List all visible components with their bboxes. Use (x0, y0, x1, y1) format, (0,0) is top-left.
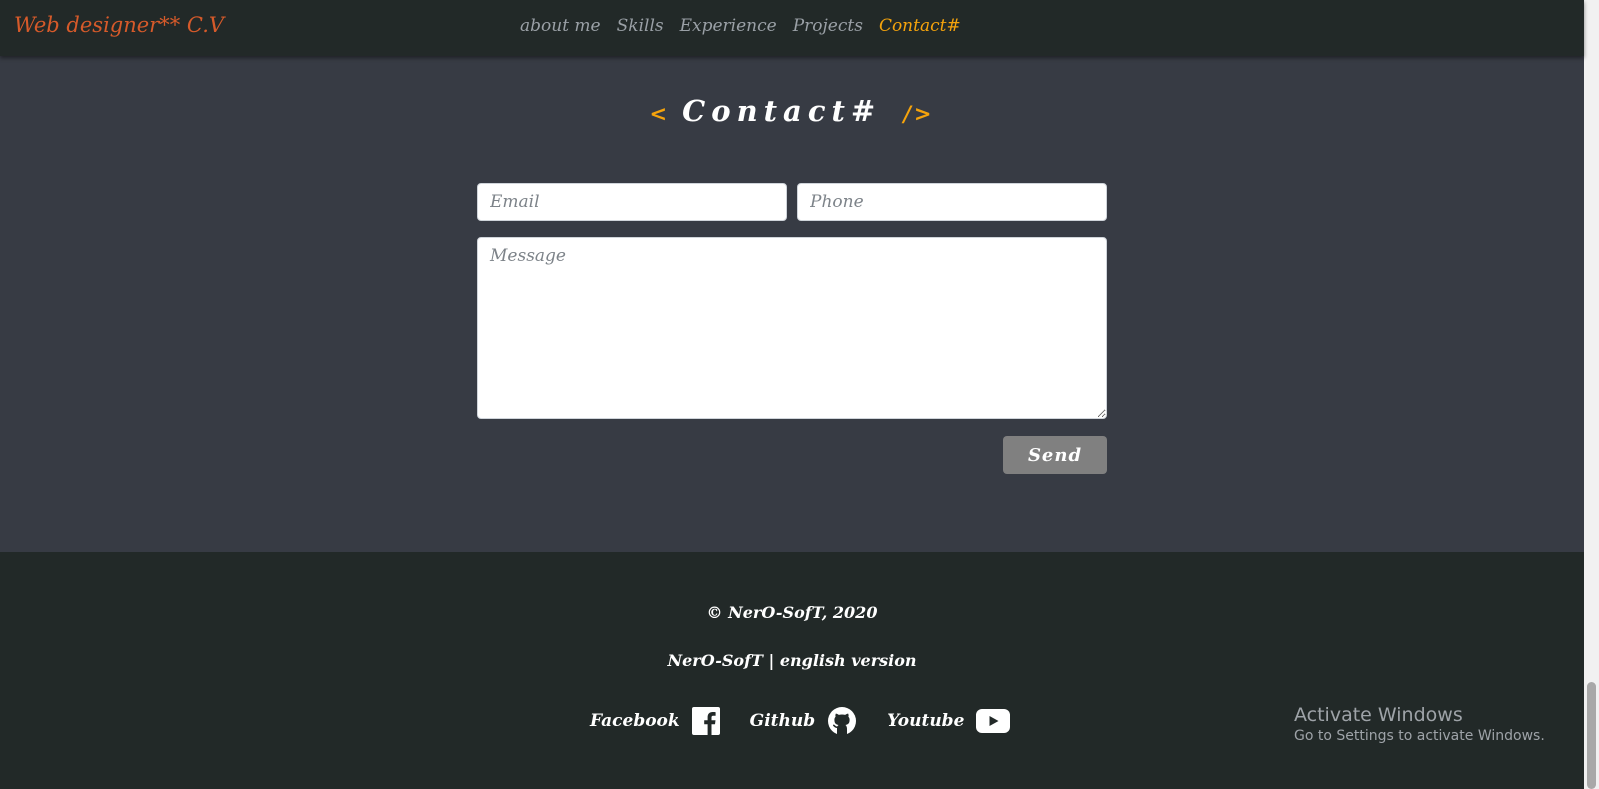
github-icon (827, 706, 857, 736)
nav-link-projects[interactable]: Projects (793, 16, 863, 36)
footer-tagline: NerO-SofT | english version (667, 651, 917, 670)
activate-windows-watermark: Activate Windows Go to Settings to activ… (1294, 704, 1545, 744)
email-field[interactable] (477, 183, 787, 221)
top-navbar: Web designer** C.V about me Skills Exper… (0, 0, 1584, 56)
social-links: Facebook Github Youtube (590, 706, 1040, 736)
youtube-label: Youtube (887, 711, 965, 731)
page-footer: © NerO-SofT, 2020 NerO-SofT | english ve… (0, 552, 1584, 789)
nav-item-projects: Projects (793, 16, 863, 36)
phone-field[interactable] (797, 183, 1107, 221)
heading-close-bracket: /> (903, 101, 935, 126)
section-heading: < Contact# /> (0, 94, 1584, 128)
nav-item-skills: Skills (617, 16, 664, 36)
youtube-link[interactable]: Youtube (887, 709, 1011, 733)
nav-item-about: about me (520, 16, 601, 36)
nav-link-experience[interactable]: Experience (680, 16, 777, 36)
facebook-label: Facebook (590, 711, 680, 731)
main-nav: about me Skills Experience Projects Cont… (520, 16, 961, 36)
nav-link-about-me[interactable]: about me (520, 16, 601, 36)
nav-link-contact[interactable]: Contact# (879, 16, 961, 36)
heading-open-bracket: < (649, 101, 671, 126)
youtube-icon (976, 709, 1011, 733)
message-field[interactable] (477, 237, 1107, 419)
facebook-link[interactable]: Facebook (590, 707, 720, 735)
contact-section: < Contact# /> Send (0, 56, 1584, 552)
nav-item-experience: Experience (680, 16, 777, 36)
github-label: Github (749, 711, 816, 731)
activate-windows-title: Activate Windows (1294, 704, 1463, 726)
activate-windows-subtitle: Go to Settings to activate Windows. (1294, 728, 1545, 744)
heading-title: Contact# (682, 94, 882, 128)
scrollbar-thumb[interactable] (1587, 682, 1596, 789)
page-scrollbar[interactable] (1584, 0, 1599, 789)
github-link[interactable]: Github (750, 706, 857, 736)
copyright-text: © NerO-SofT, 2020 (706, 603, 878, 622)
nav-item-contact: Contact# (879, 16, 961, 36)
nav-link-skills[interactable]: Skills (617, 16, 664, 36)
send-button[interactable]: Send (1003, 436, 1107, 474)
facebook-icon (691, 707, 720, 735)
brand-link[interactable]: Web designer** C.V (14, 13, 224, 37)
